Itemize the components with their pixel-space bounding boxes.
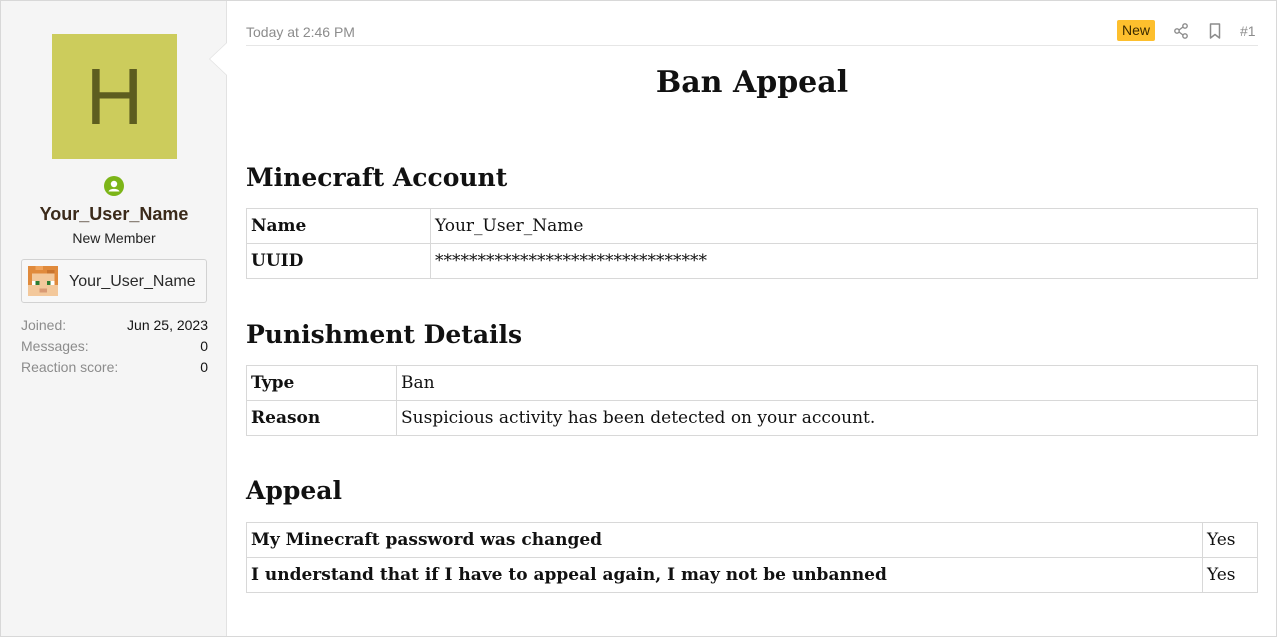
stat-joined: Joined: Jun 25, 2023	[21, 317, 208, 338]
stat-value: Jun 25, 2023	[127, 317, 208, 333]
minecraft-username: Your_User_Name	[69, 273, 196, 290]
table-value-cell: Yes	[1202, 557, 1258, 593]
bookmark-icon[interactable]	[1206, 22, 1224, 40]
stat-value: 0	[200, 338, 208, 354]
table-key-cell: UUID	[246, 243, 431, 279]
username-link[interactable]: Your_User_Name	[1, 204, 227, 225]
minecraft-head-icon	[28, 266, 58, 296]
table-row: I understand that if I have to appeal ag…	[246, 557, 1258, 593]
table-key-cell: My Minecraft password was changed	[246, 522, 1203, 558]
table-value-cell: Yes	[1202, 522, 1258, 558]
stat-label: Reaction score:	[21, 359, 119, 375]
section-heading-minecraft-account: Minecraft Account	[246, 163, 508, 192]
stat-messages: Messages: 0	[21, 338, 208, 359]
appeal-table: My Minecraft password was changed Yes I …	[246, 522, 1258, 593]
table-row: Reason Suspicious activity has been dete…	[246, 400, 1258, 436]
table-value-cell: ********************************	[430, 243, 1258, 279]
avatar[interactable]: H	[52, 34, 177, 159]
online-status-icon	[104, 176, 124, 196]
stat-value: 0	[200, 359, 208, 375]
punishment-details-table: Type Ban Reason Suspicious activity has …	[246, 365, 1258, 436]
table-row: UUID ********************************	[246, 243, 1258, 279]
user-stats: Joined: Jun 25, 2023 Messages: 0 Reactio…	[21, 317, 208, 380]
table-value-cell: Your_User_Name	[430, 208, 1258, 244]
table-key-cell: Reason	[246, 400, 397, 436]
sidebar-arrow	[210, 43, 227, 75]
section-heading-appeal: Appeal	[246, 476, 342, 505]
share-icon[interactable]	[1172, 22, 1190, 40]
post-main: Today at 2:46 PM New #1 Ban Appeal Minec…	[246, 1, 1258, 636]
table-value-cell: Suspicious activity has been detected on…	[396, 400, 1258, 436]
table-key-cell: I understand that if I have to appeal ag…	[246, 557, 1203, 593]
user-title: New Member	[72, 230, 156, 246]
table-row: Name Your_User_Name	[246, 208, 1258, 244]
stat-label: Joined:	[21, 317, 67, 333]
forum-post: H Your_User_Name New Member Your_User_Na…	[0, 0, 1277, 637]
stat-label: Messages:	[21, 338, 89, 354]
table-value-cell: Ban	[396, 365, 1258, 401]
table-row: My Minecraft password was changed Yes	[246, 522, 1258, 558]
minecraft-account-box[interactable]: Your_User_Name	[21, 259, 207, 303]
post-title: Ban Appeal	[655, 65, 849, 100]
section-heading-punishment-details: Punishment Details	[246, 320, 523, 349]
post-timestamp[interactable]: Today at 2:46 PM	[246, 24, 355, 40]
table-key-cell: Name	[246, 208, 431, 244]
new-badge: New	[1117, 20, 1156, 41]
stat-reaction-score: Reaction score: 0	[21, 359, 208, 380]
post-header: Today at 2:46 PM New #1	[246, 20, 1258, 46]
minecraft-account-table: Name Your_User_Name UUID ***************…	[246, 208, 1258, 279]
table-row: Type Ban	[246, 365, 1258, 401]
post-number-link[interactable]: #1	[1240, 23, 1256, 39]
user-sidebar: H Your_User_Name New Member Your_User_Na…	[1, 1, 227, 636]
table-key-cell: Type	[246, 365, 397, 401]
